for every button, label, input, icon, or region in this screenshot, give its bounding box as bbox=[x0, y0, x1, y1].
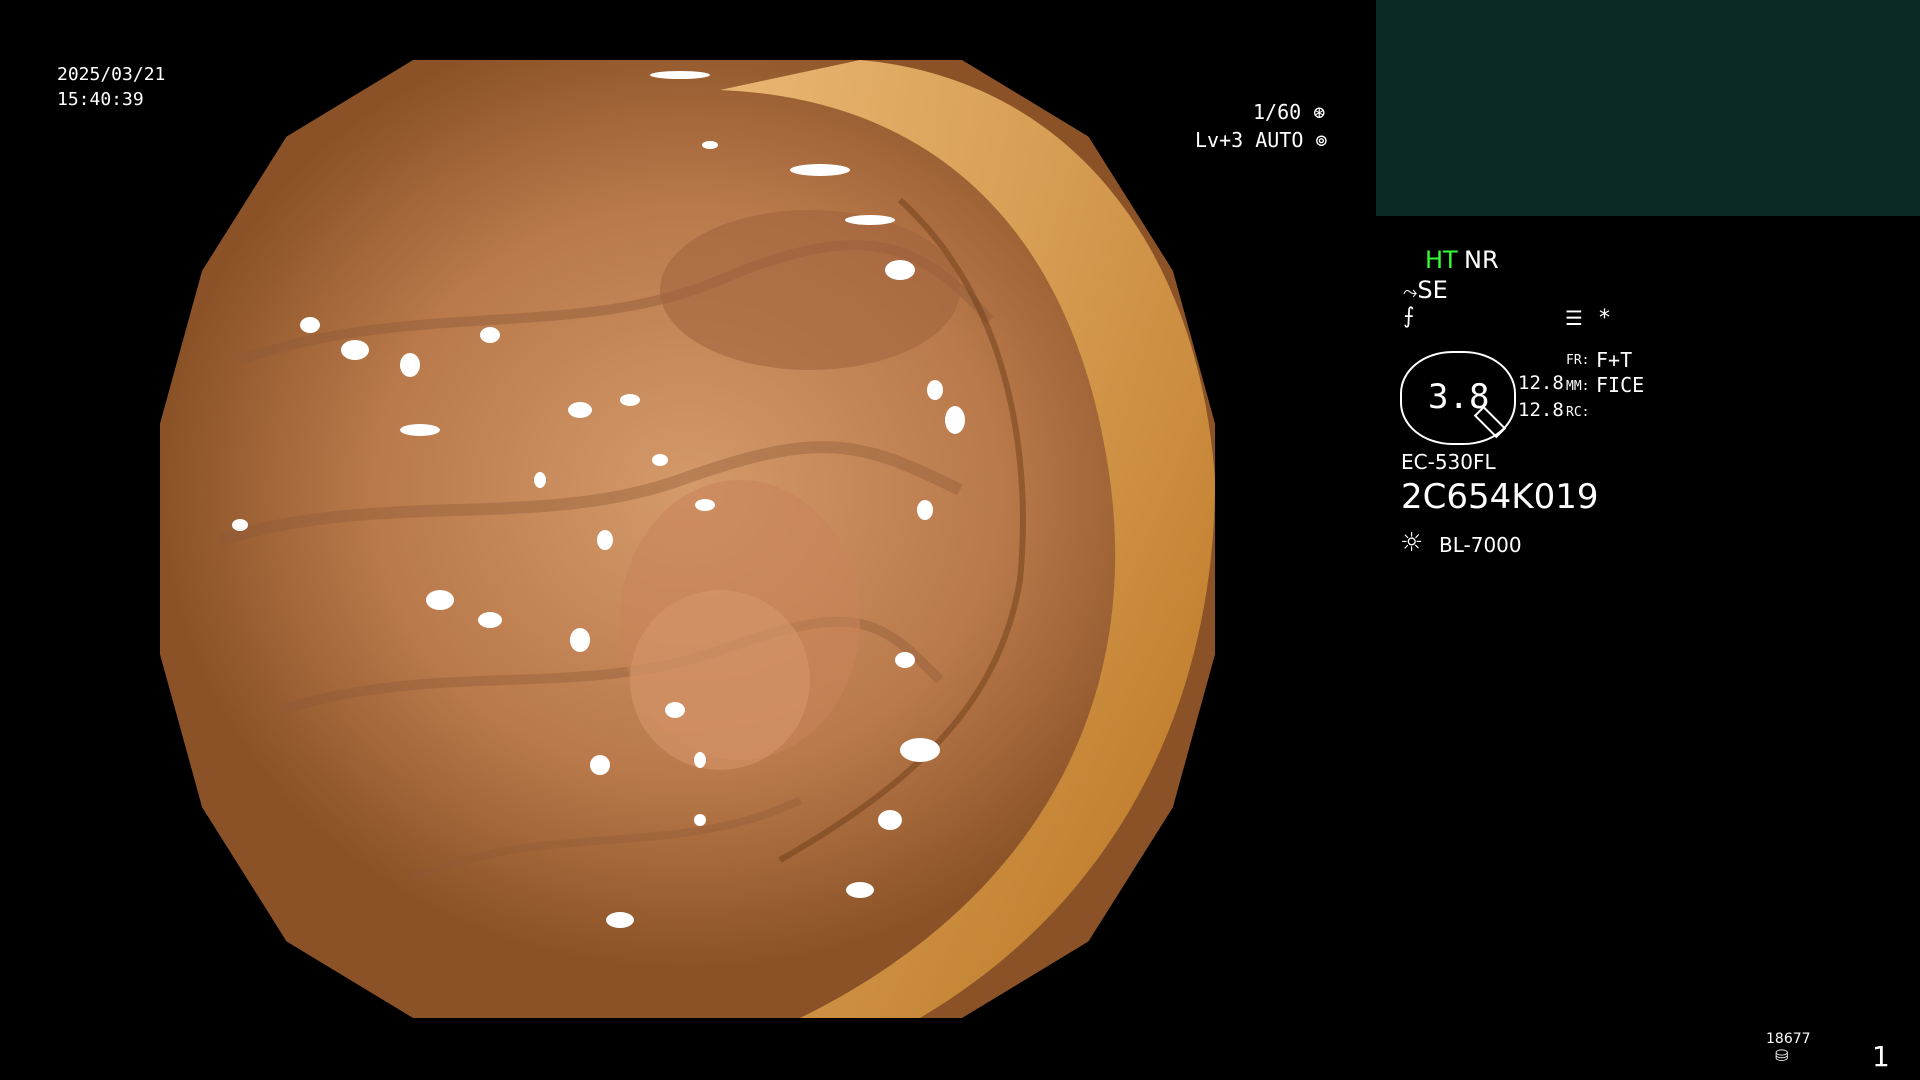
ht-indicator: HT bbox=[1425, 246, 1458, 274]
mm-label: MM: bbox=[1566, 379, 1590, 394]
pen-icon bbox=[1473, 405, 1507, 439]
level-value: Lv+3 AUTO bbox=[1195, 128, 1304, 152]
time-display: 15:40:39 bbox=[57, 89, 144, 110]
rc-label: RC: bbox=[1566, 405, 1590, 420]
fr-label: FR: bbox=[1566, 353, 1590, 368]
date-display: 2025/03/21 bbox=[57, 64, 166, 85]
aperture-icon: ⊛ bbox=[1313, 100, 1326, 124]
se-indicator: ⤳SE bbox=[1403, 276, 1448, 304]
image-counter: 18677 bbox=[1766, 1031, 1811, 1047]
zoom-gauge: 3.8 bbox=[1400, 351, 1516, 445]
asterisk-icon: * bbox=[1599, 306, 1610, 331]
page-number: 1 bbox=[1872, 1040, 1890, 1073]
scope-serial: 2C654K019 bbox=[1401, 477, 1599, 517]
fr-value: F+T bbox=[1596, 348, 1633, 372]
light-source-icon: ☼ bbox=[1400, 528, 1424, 558]
colon-mucosa-illustration bbox=[160, 60, 1215, 1018]
shutter-speed: 1/60 ⊛ bbox=[1253, 102, 1325, 122]
gauge-value-2: 12.8 bbox=[1518, 399, 1564, 421]
endoscope-image bbox=[160, 60, 1215, 1018]
se-label: SE bbox=[1417, 276, 1448, 304]
menu-list-icon: ☰ bbox=[1565, 306, 1583, 330]
storage-icon: ⛁ bbox=[1775, 1046, 1789, 1065]
iris-icon: ⊚ bbox=[1315, 128, 1328, 152]
structure-enhance-icon: ⤳ bbox=[1403, 282, 1418, 303]
mm-value: FICE bbox=[1596, 373, 1645, 397]
scope-model: EC-530FL bbox=[1401, 450, 1496, 474]
color-enhance-icon: ⨍ bbox=[1403, 304, 1415, 329]
light-source-model: BL-7000 bbox=[1439, 533, 1522, 557]
nr-indicator: NR bbox=[1464, 246, 1499, 274]
inset-monitor-panel bbox=[1376, 0, 1920, 216]
exposure-level: Lv+3 AUTO ⊚ bbox=[1195, 130, 1327, 150]
gauge-value-1: 12.8 bbox=[1518, 372, 1564, 394]
shutter-value: 1/60 bbox=[1253, 100, 1302, 124]
